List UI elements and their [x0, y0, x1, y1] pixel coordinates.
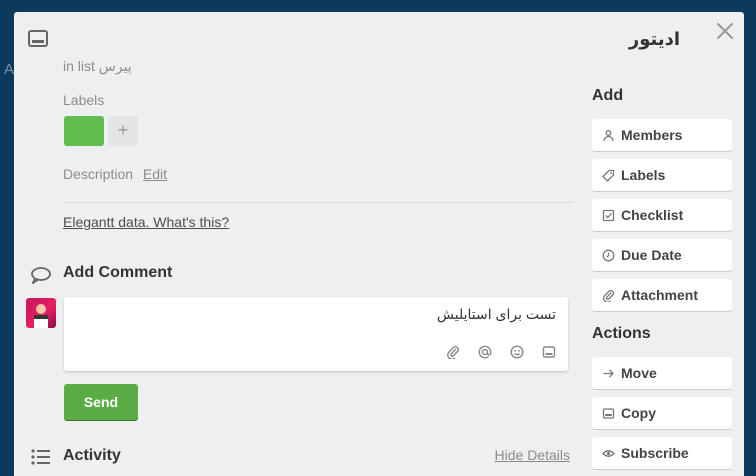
tag-icon	[602, 169, 615, 182]
in-list-text: in list پیرس	[63, 58, 132, 75]
send-button[interactable]: Send	[64, 384, 138, 420]
card-icon	[602, 407, 615, 420]
label-green[interactable]	[64, 116, 104, 146]
subscribe-label: Subscribe	[621, 445, 689, 461]
add-comment-heading: Add Comment	[63, 264, 173, 281]
move-button[interactable]: Move	[592, 357, 732, 389]
elegantt-link[interactable]: Elegantt data. What's this?	[63, 214, 229, 230]
close-icon[interactable]	[714, 20, 736, 42]
card-sidebar: Add Members Labels Checklist Due Date At…	[592, 87, 732, 469]
copy-button[interactable]: Copy	[592, 397, 732, 429]
checkbox-icon	[602, 209, 615, 222]
person-icon	[602, 129, 615, 142]
comment-icon	[30, 266, 52, 289]
in-list-prefix: in list	[63, 58, 95, 74]
paperclip-icon	[602, 289, 615, 303]
checklist-label: Checklist	[621, 207, 684, 223]
comment-input[interactable]: تست برای استایلیش	[64, 297, 568, 371]
members-button[interactable]: Members	[592, 119, 732, 151]
labels-label: Labels	[621, 167, 666, 183]
add-heading: Add	[592, 87, 624, 104]
actions-heading: Actions	[592, 325, 651, 342]
move-label: Move	[621, 365, 657, 381]
comment-toolbar	[446, 345, 556, 359]
checklist-button[interactable]: Checklist	[592, 199, 732, 231]
attachment-button[interactable]: Attachment	[592, 279, 732, 311]
description-row: Description Edit	[63, 166, 167, 182]
due-date-button[interactable]: Due Date	[592, 239, 732, 271]
clock-icon	[602, 249, 615, 262]
emoji-icon[interactable]	[510, 345, 524, 359]
card-attach-icon[interactable]	[542, 345, 556, 359]
paperclip-icon[interactable]	[446, 345, 460, 359]
description-label: Description	[63, 166, 134, 182]
card-icon	[27, 29, 49, 49]
card-title[interactable]: ادیتور	[629, 29, 680, 50]
divider	[63, 202, 573, 203]
list-name-link[interactable]: پیرس	[99, 58, 132, 74]
description-edit-link[interactable]: Edit	[143, 166, 167, 182]
mention-icon[interactable]	[478, 345, 492, 359]
members-label: Members	[621, 127, 683, 143]
eye-icon	[602, 447, 615, 460]
activity-heading: Activity	[63, 447, 121, 464]
add-label-button[interactable]: +	[108, 116, 138, 146]
avatar[interactable]	[26, 298, 56, 328]
subscribe-button[interactable]: Subscribe	[592, 437, 732, 469]
labels-button[interactable]: Labels	[592, 159, 732, 191]
copy-label: Copy	[621, 405, 656, 421]
hide-details-link[interactable]: Hide Details	[495, 447, 570, 463]
comment-input-text[interactable]: تست برای استایلیش	[437, 306, 556, 323]
card-detail-modal: ادیتور in list پیرس Labels + Description…	[14, 12, 744, 476]
activity-icon	[30, 448, 52, 471]
due-date-label: Due Date	[621, 247, 682, 263]
arrow-right-icon	[602, 367, 615, 380]
backdrop-text: A	[4, 61, 15, 78]
attachment-label: Attachment	[621, 287, 699, 303]
labels-heading: Labels	[63, 92, 105, 108]
